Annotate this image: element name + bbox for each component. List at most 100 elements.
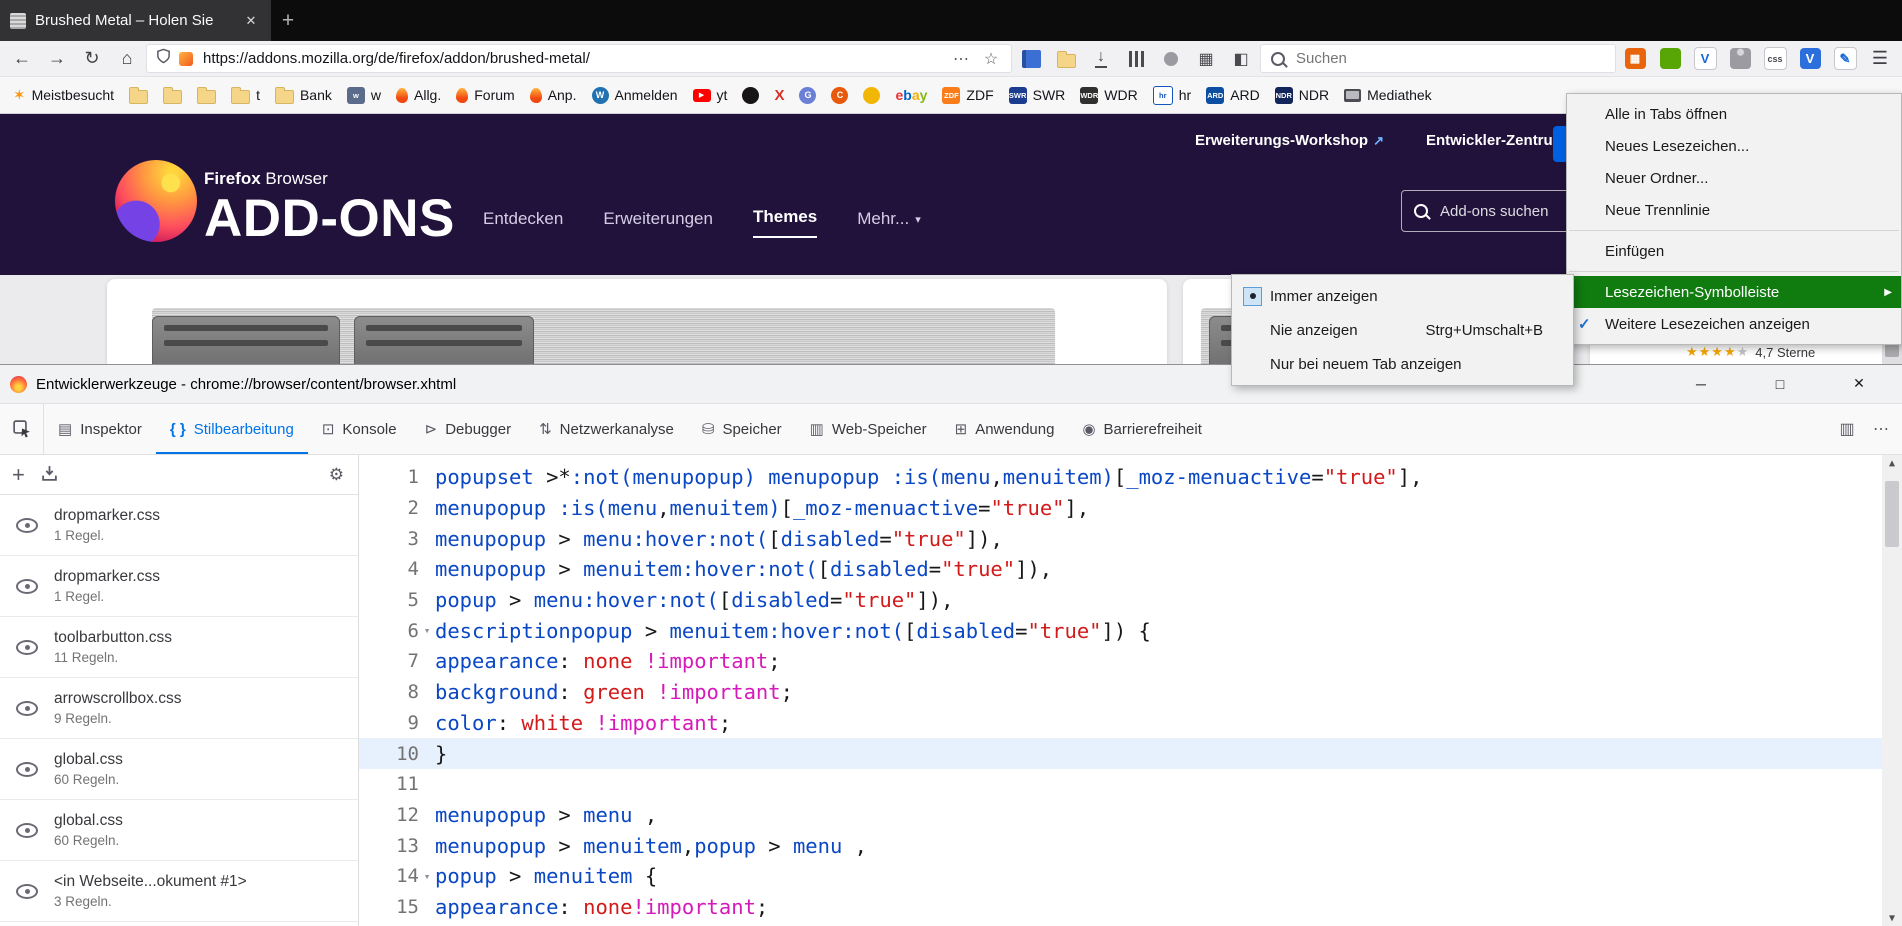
page-actions-icon[interactable]: ⋯	[950, 49, 972, 69]
bookmark-item-bank[interactable]: Bank	[268, 83, 339, 107]
devtools-tab-anwendung[interactable]: ⊞Anwendung	[941, 404, 1069, 454]
menu-item-new-folder[interactable]: Neuer Ordner...	[1567, 162, 1901, 194]
stylesheet-item[interactable]: dropmarker.css1 Regel.	[0, 556, 358, 617]
bookmark-item-ebay[interactable]: ebay	[888, 84, 934, 106]
bookmark-item-folder-2[interactable]	[156, 83, 189, 107]
menu-item-never-show[interactable]: Nie anzeigenStrg+Umschalt+B	[1232, 313, 1573, 347]
addon-v-button[interactable]: V	[1689, 45, 1721, 73]
bookmark-item-folder-t[interactable]: t	[224, 83, 267, 107]
url-input[interactable]	[201, 49, 942, 68]
firefox-logo[interactable]	[115, 160, 197, 242]
bookmark-item-c-badge[interactable]: C	[824, 84, 855, 107]
toggle-visibility-eye-icon[interactable]	[16, 762, 38, 777]
scroll-up-icon[interactable]: ▲	[1882, 455, 1902, 471]
scrollbar-thumb[interactable]	[1885, 481, 1899, 547]
devtools-tab-inspektor[interactable]: ▤Inspektor	[44, 404, 156, 454]
stylesheet-item[interactable]: global.css60 Regeln.	[0, 739, 358, 800]
menu-item-new-separator[interactable]: Neue Trennlinie	[1567, 194, 1901, 226]
addon-v2-button[interactable]: V	[1794, 45, 1826, 73]
new-tab-button[interactable]: +	[271, 0, 305, 41]
devtools-tab-konsole[interactable]: ⊡Konsole	[308, 404, 411, 454]
minimize-button[interactable]: ─	[1678, 365, 1724, 402]
bookmark-item-w[interactable]: ww	[340, 84, 388, 107]
bookmark-item-anp[interactable]: Anp.	[523, 84, 584, 106]
bookmark-item-anmelden[interactable]: WAnmelden	[585, 84, 685, 107]
amo-nav-mehr[interactable]: Mehr...▾	[857, 209, 921, 238]
stylesheet-item[interactable]: dropmarker.css1 Regel.	[0, 495, 358, 556]
page-permission-icon[interactable]	[179, 52, 193, 66]
bookmark-star-icon[interactable]: ☆	[980, 49, 1002, 69]
fold-marker-icon[interactable]: ▾	[419, 624, 435, 637]
bookmark-item-allg[interactable]: Allg.	[389, 84, 448, 106]
bookmark-item-hr[interactable]: hrhr	[1146, 83, 1198, 108]
search-input[interactable]	[1294, 49, 1605, 68]
bookmark-item-yt[interactable]: ▶yt	[686, 84, 735, 106]
addon-puzzle-button[interactable]	[1724, 45, 1756, 73]
bookmark-item-forum[interactable]: Forum	[449, 84, 521, 106]
bookmark-item-ard[interactable]: ARDARD	[1199, 84, 1267, 107]
toggle-visibility-eye-icon[interactable]	[16, 884, 38, 899]
devtools-tab-stilbearbeitung[interactable]: { }Stilbearbeitung	[156, 404, 308, 454]
menu-item-always-show[interactable]: Immer anzeigen	[1232, 279, 1573, 313]
theme-card[interactable]	[107, 279, 1167, 364]
devtools-title-bar[interactable]: Entwicklerwerkzeuge - chrome://browser/c…	[0, 365, 1902, 404]
amo-nav-erweiterungen[interactable]: Erweiterungen	[603, 209, 713, 238]
fold-marker-icon[interactable]: ▾	[419, 870, 435, 883]
amo-nav-themes[interactable]: Themes	[753, 207, 817, 238]
amo-brand[interactable]: Firefox Browser ADD-ONS	[204, 170, 455, 245]
home-button[interactable]: ⌂	[111, 45, 143, 73]
bookmark-item-g-badge[interactable]: G	[792, 84, 823, 107]
stylesheet-item[interactable]: toolbarbutton.css11 Regeln.	[0, 617, 358, 678]
extension-gray-button[interactable]	[1155, 45, 1187, 73]
sidebar-toggle-button[interactable]: ◧	[1225, 45, 1257, 73]
devtools-tab-debugger[interactable]: ⊳Debugger	[411, 404, 525, 454]
link-extension-workshop[interactable]: Erweiterungs-Workshop ↗	[1195, 132, 1384, 149]
stylesheet-item[interactable]: global.css60 Regeln.	[0, 800, 358, 861]
search-bar[interactable]	[1260, 44, 1616, 73]
menu-item-other-bookmarks[interactable]: ✓Weitere Lesezeichen anzeigen	[1567, 308, 1901, 340]
library-button[interactable]	[1120, 45, 1152, 73]
style-editor-source[interactable]: 1popupset >*:not(menupopup) menupopup :i…	[359, 455, 1902, 926]
bookmark-folder-button[interactable]	[1050, 45, 1082, 73]
addon-green-button[interactable]	[1654, 45, 1686, 73]
devtools-tab-netzwerkanalyse[interactable]: ⇅Netzwerkanalyse	[525, 404, 688, 454]
maximize-button[interactable]: □	[1757, 365, 1803, 402]
new-stylesheet-button[interactable]: +	[12, 464, 25, 486]
bookmark-item-mediathek[interactable]: Mediathek	[1337, 84, 1439, 106]
downloads-button[interactable]: ↓	[1085, 45, 1117, 73]
bookmark-item-github[interactable]	[735, 84, 766, 107]
toggle-visibility-eye-icon[interactable]	[16, 701, 38, 716]
addon-orange-button[interactable]: ▦	[1619, 45, 1651, 73]
bookmark-item-swr[interactable]: SWRSWR	[1002, 84, 1073, 107]
bookmark-item-meistbesucht[interactable]: ✶Meistbesucht	[6, 84, 121, 106]
menu-item-new-bookmark[interactable]: Neues Lesezeichen...	[1567, 130, 1901, 162]
bookmark-item-ndr[interactable]: NDRNDR	[1268, 84, 1336, 107]
devtools-tab-web-speicher[interactable]: ▥Web-Speicher	[796, 404, 941, 454]
tab-close-icon[interactable]: ✕	[241, 11, 261, 31]
addon-css-button[interactable]: css	[1759, 45, 1791, 73]
options-gear-icon[interactable]: ⚙	[329, 465, 344, 485]
close-button[interactable]: ✕	[1836, 365, 1882, 402]
scroll-down-icon[interactable]: ▼	[1882, 910, 1902, 926]
amo-nav-entdecken[interactable]: Entdecken	[483, 209, 563, 238]
bookmark-item-x[interactable]: X	[767, 85, 791, 106]
scrollbar-thumb[interactable]	[1885, 344, 1899, 357]
menu-item-only-new-tab[interactable]: Nur bei neuem Tab anzeigen	[1232, 347, 1573, 381]
devtools-options-icon[interactable]: ⋯	[1866, 414, 1896, 444]
devtools-tab-speicher[interactable]: ⛁Speicher	[688, 404, 796, 454]
browser-tab-active[interactable]: Brushed Metal – Holen Sie ✕	[0, 0, 271, 41]
sidebar-bookmarks-button[interactable]	[1015, 45, 1047, 73]
forward-button[interactable]: →	[41, 45, 73, 73]
bookmark-item-gold-badge[interactable]	[856, 84, 887, 107]
menu-item-paste[interactable]: Einfügen	[1567, 235, 1901, 267]
keypad-button[interactable]: ▦	[1190, 45, 1222, 73]
reload-button[interactable]: ↻	[76, 45, 108, 73]
menu-button[interactable]: ☰	[1864, 45, 1896, 73]
toggle-visibility-eye-icon[interactable]	[16, 518, 38, 533]
pick-element-button[interactable]	[0, 404, 44, 454]
toggle-visibility-eye-icon[interactable]	[16, 823, 38, 838]
menu-item-bookmarks-toolbar[interactable]: Lesezeichen-Symbolleiste▶	[1567, 276, 1901, 308]
addon-pencil-button[interactable]: ✎	[1829, 45, 1861, 73]
bookmark-item-folder-1[interactable]	[122, 83, 155, 107]
split-layout-icon[interactable]: ▥	[1832, 414, 1862, 444]
